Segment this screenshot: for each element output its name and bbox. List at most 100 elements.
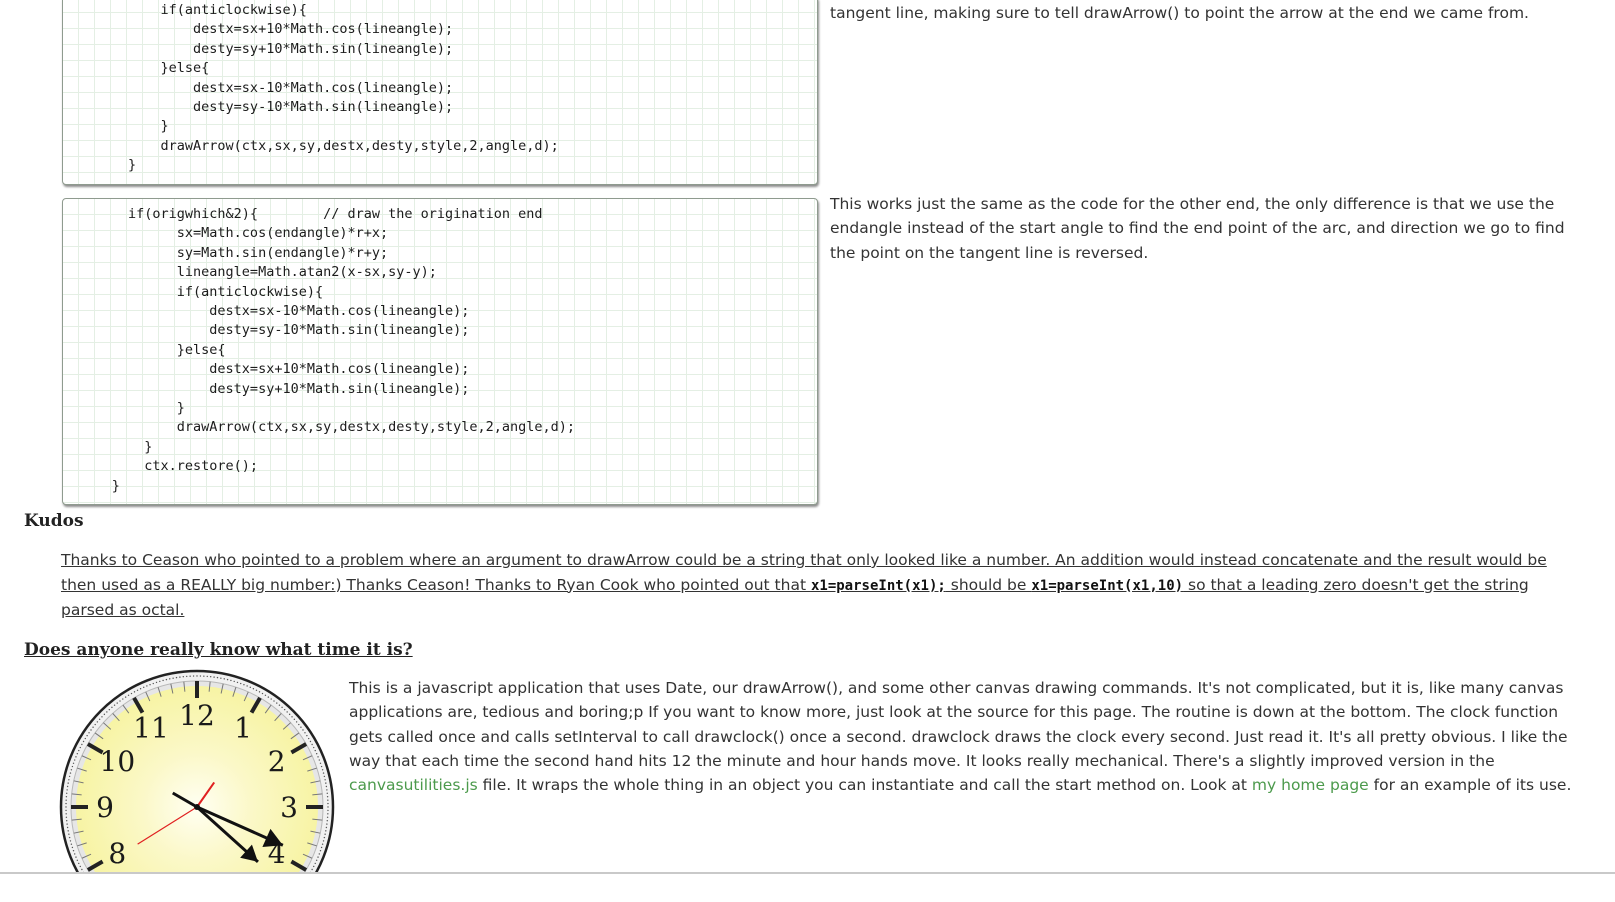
rim-dot <box>78 749 80 752</box>
rim-dot <box>278 704 281 706</box>
rim-dot <box>88 732 90 734</box>
rim-dot <box>66 826 69 829</box>
rim-dot <box>139 688 142 690</box>
rim-dot <box>94 723 96 726</box>
rim-dot <box>98 718 101 721</box>
rim-dot <box>230 679 232 682</box>
rim-dot <box>66 823 68 825</box>
rim-dot <box>113 704 116 706</box>
rim-dot <box>326 792 328 795</box>
rim-dot <box>143 686 145 689</box>
rim-dot <box>162 679 164 682</box>
rim-dot <box>65 802 67 805</box>
rim-dot <box>318 759 320 761</box>
rim-dot <box>311 743 313 746</box>
home-page-link[interactable]: my home page <box>1252 776 1369 794</box>
clock-description: This is a javascript application that us… <box>349 676 1574 797</box>
rim-dot <box>199 675 202 677</box>
rim-dot <box>325 785 328 788</box>
rim-dot <box>78 862 80 865</box>
code-line: desty=sy-10*Math.sin(lineangle); <box>63 322 470 339</box>
rim-dot <box>261 692 264 695</box>
code-line: } <box>63 438 153 455</box>
rim-dot <box>106 711 108 713</box>
clock-numeral: 11 <box>133 711 169 744</box>
rim-dot <box>223 678 225 680</box>
rim-dot <box>119 700 121 702</box>
rim-dot <box>264 694 267 697</box>
rim-dot <box>270 698 272 700</box>
rim-dot <box>66 819 68 822</box>
rim-dot <box>291 716 293 718</box>
rim-dot <box>70 843 73 845</box>
rim-dot <box>65 809 67 812</box>
rim-dot <box>273 700 275 702</box>
code-line: }else{ <box>63 341 226 358</box>
rim-dot <box>220 677 222 679</box>
rim-dot <box>323 775 326 778</box>
rim-dot <box>325 826 328 829</box>
rim-dot <box>71 846 74 849</box>
code-line: ctx.restore(); <box>63 458 259 475</box>
rim-dot <box>146 685 148 687</box>
rim-dot <box>72 850 75 852</box>
rim-dot <box>90 729 92 731</box>
rim-dot <box>326 816 329 818</box>
rim-dot <box>79 865 81 868</box>
rim-dot <box>86 734 88 737</box>
code-text: if(origwhich&2){ // draw the origination… <box>63 199 817 496</box>
rim-dot <box>267 696 270 698</box>
rim-dot <box>79 746 81 749</box>
rim-dot <box>69 840 72 842</box>
rim-dot <box>66 785 69 788</box>
code-line: if(anticlockwise){ <box>63 2 307 18</box>
code-line: drawArrow(ctx,sx,sy,destx,desty,style,2,… <box>63 137 559 154</box>
rim-dot <box>76 753 79 755</box>
rim-dot <box>81 743 83 746</box>
rim-dot <box>325 830 327 832</box>
rim-dot <box>318 853 320 855</box>
description-origination-end: This works just the same as the code for… <box>830 195 1565 262</box>
clock-text-part: This is a javascript application that us… <box>349 679 1568 770</box>
rim-dot <box>236 681 239 684</box>
rim-dot <box>311 868 313 871</box>
clock-numeral: 9 <box>96 791 114 824</box>
rim-dot <box>304 732 306 734</box>
rim-dot <box>327 806 329 808</box>
rim-dot <box>65 813 67 815</box>
rim-dot <box>321 843 324 845</box>
rim-dot <box>68 779 70 781</box>
rim-dot <box>306 734 308 737</box>
code-line: destx=sx-10*Math.cos(lineangle); <box>63 303 470 320</box>
rim-dot <box>101 716 103 718</box>
canvasutilities-link[interactable]: canvasutilities.js <box>349 776 478 794</box>
code-text: if(anticlockwise){ destx=sx+10*Math.cos(… <box>63 0 817 176</box>
rim-dot <box>315 859 318 861</box>
rim-dot <box>300 726 302 728</box>
rim-dot <box>206 675 208 678</box>
rim-dot <box>326 823 328 825</box>
rim-dot <box>75 756 77 758</box>
clock-hub <box>194 804 200 810</box>
code-line: sy=Math.sin(endangle)*r+y; <box>63 244 389 261</box>
rim-dot <box>216 676 219 679</box>
code-line: if(anticlockwise){ <box>63 283 324 300</box>
rim-dot <box>108 708 111 711</box>
rim-dot <box>69 772 72 774</box>
rim-dot <box>246 685 248 687</box>
rim-dot <box>324 833 326 835</box>
rim-dot <box>243 684 245 686</box>
clock-numeral: 8 <box>108 837 126 870</box>
rim-dot <box>68 775 71 778</box>
rim-dot <box>314 749 316 752</box>
rim-dot <box>252 688 255 690</box>
rim-dot <box>67 782 69 784</box>
rim-dot <box>281 706 283 709</box>
rim-dot <box>320 846 323 849</box>
rim-dot <box>192 675 195 677</box>
rim-dot <box>317 756 319 758</box>
rim-dot <box>327 802 329 805</box>
rim-dot <box>326 789 328 791</box>
kudos-code: x1=parseInt(x1,10) <box>1031 577 1184 594</box>
rim-dot <box>255 689 258 691</box>
